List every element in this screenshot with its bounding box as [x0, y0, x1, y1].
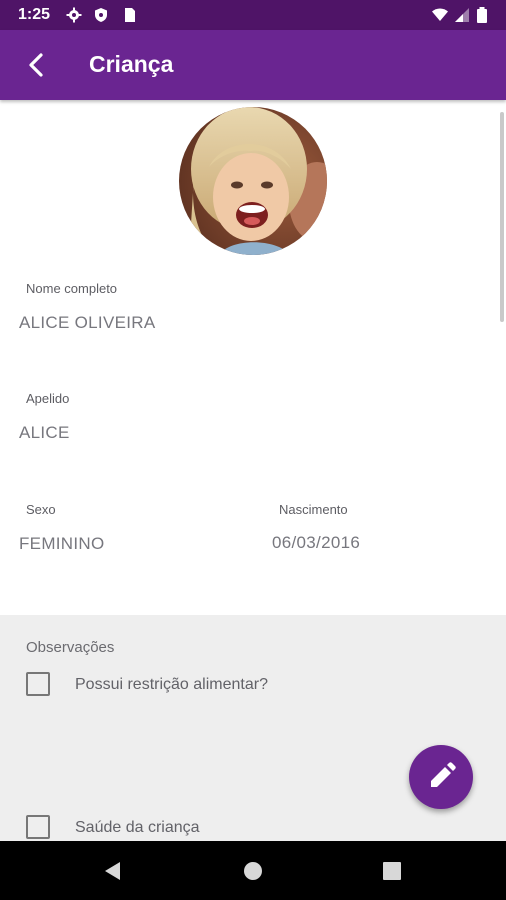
cell-signal-icon — [455, 8, 469, 22]
sexo-label: Sexo — [26, 502, 56, 517]
page-title: Criança — [89, 51, 174, 77]
nav-back-icon[interactable] — [103, 861, 123, 881]
back-arrow-icon[interactable] — [20, 48, 54, 82]
pencil-icon — [431, 762, 456, 787]
nav-recents-icon[interactable] — [383, 862, 401, 880]
restricao-alimentar-label: Possui restrição alimentar? — [75, 676, 268, 693]
nascimento-label: Nascimento — [279, 502, 348, 517]
observacoes-title: Observações — [26, 639, 115, 656]
status-time: 1:25 — [18, 6, 51, 23]
apelido-label: Apelido — [26, 391, 70, 406]
nome-completo-value: ALICE OLIVEIRA — [19, 313, 156, 332]
nome-completo-label: Nome completo — [26, 281, 118, 296]
saude-crianca-label: Saúde da criança — [75, 819, 200, 836]
nav-home-icon[interactable] — [243, 861, 263, 881]
apelido-value: ALICE — [19, 423, 70, 442]
system-nav-bar — [0, 841, 506, 900]
child-details: Nome completo ALICE OLIVEIRA Apelido ALI… — [0, 100, 506, 841]
settings-icon — [66, 7, 82, 23]
nascimento-value: 06/03/2016 — [272, 533, 361, 552]
saude-crianca-checkbox[interactable] — [26, 815, 50, 839]
app-bar: Criança — [0, 30, 506, 100]
scrollbar[interactable] — [500, 112, 504, 322]
edit-button[interactable] — [409, 745, 473, 809]
restricao-alimentar-checkbox[interactable] — [26, 672, 50, 696]
sim-card-icon — [125, 8, 135, 22]
child-photo — [179, 107, 327, 255]
shield-icon — [95, 8, 107, 22]
child-avatar — [179, 107, 327, 255]
sexo-value: FEMININO — [19, 534, 105, 553]
status-bar: 1:25 — [0, 0, 506, 30]
wifi-icon — [432, 8, 448, 21]
battery-icon — [477, 7, 487, 23]
